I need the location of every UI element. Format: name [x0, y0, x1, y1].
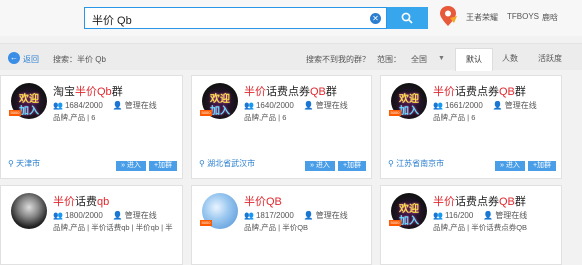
tab-activity[interactable]: 活跃度 [530, 48, 570, 70]
group-title[interactable]: 半价话费qb [53, 193, 109, 209]
member-info: 👥 1817/2000 👤 管理在线 [244, 211, 348, 220]
admin-icon: 👤 [483, 211, 494, 220]
people-icon: 👥 [244, 211, 254, 220]
group-location: ⚲ 湖北省武汉市 [199, 159, 256, 168]
enter-group-button[interactable]: » 进入 [495, 161, 525, 171]
group-card[interactable]: 欢迎 加入 5000 半价话费点券QB群 👥 116/200 👤 管理在线 品牌,产品 … [380, 185, 562, 265]
search-summary: 搜索：半价 Qb [53, 55, 106, 64]
tab-members[interactable]: 人数 [493, 48, 527, 70]
group-tags: 品牌,产品 | 6 [433, 113, 476, 122]
level-badge: 5000 [389, 220, 401, 226]
member-info: 👥 1800/2000 👤 管理在线 [53, 211, 157, 220]
people-icon: 👥 [433, 211, 443, 220]
member-info: 👥 116/200 👤 管理在线 [433, 211, 528, 220]
tab-default[interactable]: 默认 [455, 48, 493, 71]
group-avatar[interactable] [11, 193, 47, 229]
group-tags: 品牌,产品 | 半价话费qb | 半价qb | 半 [53, 223, 173, 232]
group-tags: 品牌,产品 | 半价QB [244, 223, 309, 232]
level-badge: 5000 [389, 110, 401, 116]
group-card[interactable]: 欢迎 加入 5000 淘宝半价Qb群 👥 1684/2000 👤 管理在线 品牌,产品 … [0, 75, 183, 179]
back-link[interactable]: 返回 [23, 54, 39, 65]
group-tags: 品牌,产品 | 半价话费点券QB [433, 223, 528, 232]
group-title[interactable]: 半价话费点券QB群 [433, 193, 526, 209]
filter-bar: ← 返回 搜索：半价 Qb 搜索不到我的群？ 范围： 全国 ▼ 默认 人数 活跃… [0, 43, 582, 71]
level-badge: 5000 [9, 110, 21, 116]
search-input-value: 半价 Qb [92, 15, 132, 27]
top-bar: 半价 Qb ✕ 王者荣耀 TFBOYS 鹿晗 [0, 0, 582, 36]
location-icon: ⚲ [8, 159, 17, 168]
search-icon [401, 12, 413, 24]
admin-icon: 👤 [492, 101, 503, 110]
admin-icon: 👤 [112, 211, 123, 220]
group-title[interactable]: 半价话费点券QB群 [244, 83, 337, 99]
group-card[interactable]: 5000 半价QB 👥 1817/2000 👤 管理在线 品牌,产品 | 半价QB [191, 185, 372, 265]
range-label: 范围： [377, 55, 401, 64]
hot-search-link[interactable]: TFBOYS [507, 12, 539, 21]
location-pin-icon[interactable] [438, 5, 458, 27]
group-tags: 品牌,产品 | 6 [244, 113, 287, 122]
people-icon: 👥 [53, 211, 63, 220]
people-icon: 👥 [53, 101, 63, 110]
join-group-button[interactable]: +加群 [149, 161, 177, 171]
group-card[interactable]: 欢迎 加入 5000 半价话费点券QB群 👥 1661/2000 👤 管理在线 品牌,产… [380, 75, 562, 179]
search-button[interactable] [387, 7, 428, 29]
admin-icon: 👤 [112, 101, 123, 110]
level-badge: 5000 [200, 110, 212, 116]
group-location: ⚲ 江苏省南京市 [388, 159, 445, 168]
hot-search-link[interactable]: 王者荣耀 [466, 12, 498, 23]
admin-icon: 👤 [303, 211, 314, 220]
range-select[interactable]: 全国 [411, 54, 427, 65]
people-icon: 👥 [433, 101, 443, 110]
group-card[interactable]: 半价话费qb 👥 1800/2000 👤 管理在线 品牌,产品 | 半价话费qb | … [0, 185, 183, 265]
group-title[interactable]: 半价话费点券QB群 [433, 83, 526, 99]
hot-search-link[interactable]: 鹿晗 [542, 12, 558, 23]
member-info: 👥 1661/2000 👤 管理在线 [433, 101, 537, 110]
member-info: 👥 1684/2000 👤 管理在线 [53, 101, 157, 110]
group-tags: 品牌,产品 | 6 [53, 113, 96, 122]
admin-icon: 👤 [303, 101, 314, 110]
join-group-button[interactable]: +加群 [528, 161, 556, 171]
people-icon: 👥 [244, 101, 254, 110]
level-badge: 5000 [200, 220, 212, 226]
member-info: 👥 1640/2000 👤 管理在线 [244, 101, 348, 110]
clear-search-icon[interactable]: ✕ [370, 13, 381, 24]
location-icon: ⚲ [388, 159, 397, 168]
search-input[interactable]: 半价 Qb ✕ [84, 7, 387, 29]
enter-group-button[interactable]: » 进入 [116, 161, 146, 171]
group-location: ⚲ 天津市 [8, 159, 41, 168]
chevron-down-icon[interactable]: ▼ [438, 55, 445, 62]
join-group-button[interactable]: +加群 [338, 161, 366, 171]
not-found-link[interactable]: 搜索不到我的群？ [306, 54, 370, 65]
enter-group-button[interactable]: » 进入 [305, 161, 335, 171]
back-icon[interactable]: ← [8, 52, 20, 64]
location-icon: ⚲ [199, 159, 208, 168]
group-card[interactable]: 欢迎 加入 5000 半价话费点券QB群 👥 1640/2000 👤 管理在线 品牌,产… [191, 75, 372, 179]
group-title[interactable]: 半价QB [244, 193, 282, 209]
group-title[interactable]: 淘宝半价Qb群 [53, 83, 123, 99]
